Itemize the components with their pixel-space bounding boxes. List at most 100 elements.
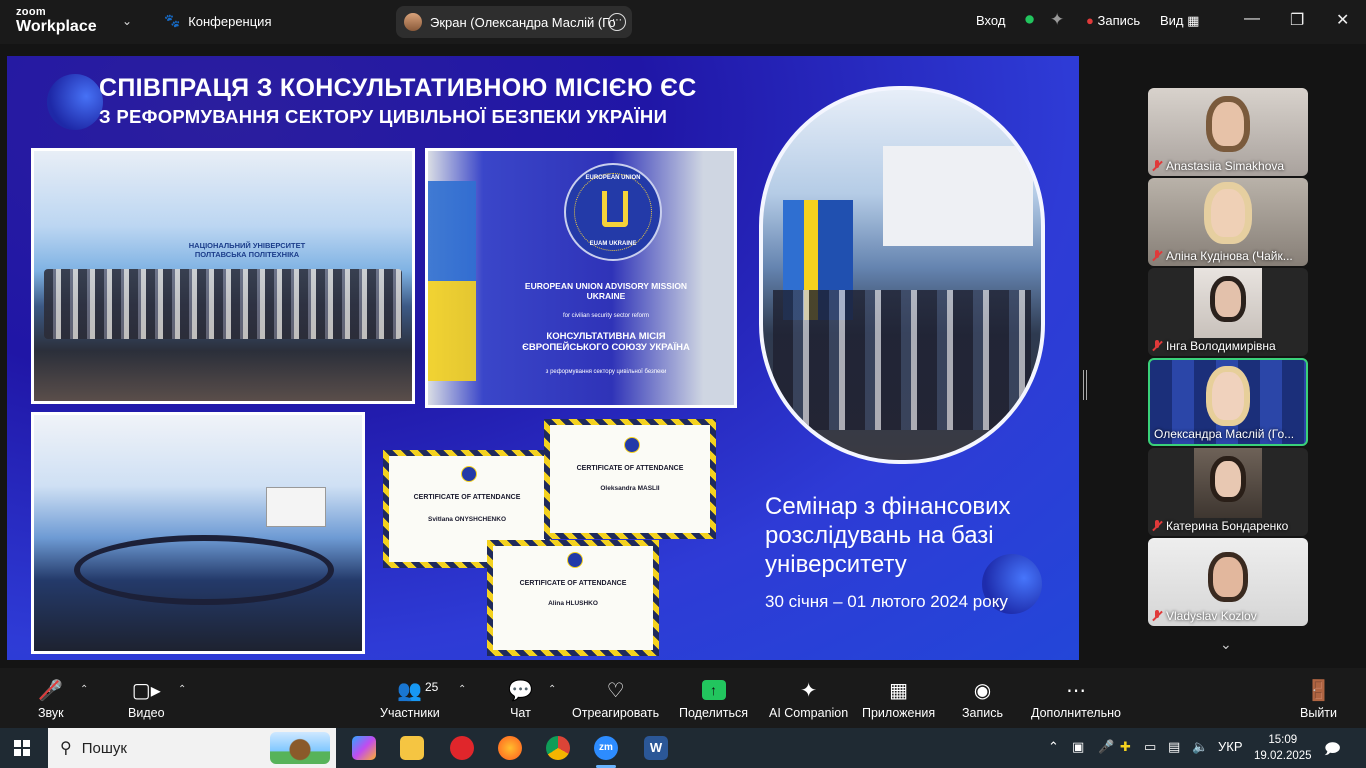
participant-tile-active[interactable]: Олександра Маслій (Го... xyxy=(1148,358,1308,446)
record-button[interactable]: ◉ Запись xyxy=(962,676,1003,721)
word-icon[interactable]: W xyxy=(644,736,668,760)
tray-chevron-up-icon[interactable]: ⌃ xyxy=(1048,739,1059,755)
copilot-icon[interactable] xyxy=(352,736,376,760)
opera-icon[interactable] xyxy=(450,736,474,760)
conference-table xyxy=(74,535,334,605)
mic-off-icon xyxy=(1152,340,1162,352)
view-button[interactable]: Вид ▦ xyxy=(1160,13,1199,29)
shared-slide: СПІВПРАЦЯ З КОНСУЛЬТАТИВНОЮ МІСІЄЮ ЄС З … xyxy=(7,56,1079,660)
audio-button[interactable]: 🎤 Звук xyxy=(38,676,64,721)
windows-taskbar: ⚲ Пошук zm W ⌃ ▣ 🎤 ✚ ▭ ▤ 🔈 УКР 15:09 19.… xyxy=(0,728,1366,768)
chat-bubble-icon: 💬 xyxy=(508,679,533,702)
file-explorer-icon[interactable] xyxy=(400,736,424,760)
cert-heading: CERTIFICATE OF ATTENDANCE xyxy=(413,494,521,501)
share-label: Поделиться xyxy=(679,706,749,720)
participant-name: Аліна Кудінова (Чайк... xyxy=(1152,249,1293,263)
resize-handle[interactable] xyxy=(1083,370,1087,400)
ai-companion-button[interactable]: ✦ AI Companion xyxy=(769,676,848,721)
search-label: Пошук xyxy=(81,739,127,757)
cert-seal-icon xyxy=(567,552,583,568)
participant-tile[interactable]: Аліна Кудінова (Чайк... xyxy=(1148,178,1308,266)
chrome-icon[interactable] xyxy=(546,736,570,760)
presentation-screen xyxy=(883,146,1033,246)
logo-ring-top: EUROPEAN UNION xyxy=(585,175,641,181)
participant-tile[interactable]: Vladyslav Kozlov xyxy=(1148,538,1308,626)
taskbar-search[interactable]: ⚲ Пошук xyxy=(48,728,336,768)
meeting-stage: СПІВПРАЦЯ З КОНСУЛЬТАТИВНОЮ МІСІЄЮ ЄС З … xyxy=(0,44,1366,668)
brand-line1: zoom xyxy=(16,6,46,18)
participant-video xyxy=(1194,448,1262,518)
screen-share-pill[interactable]: Экран (Олександра Маслій (Го ⋯ xyxy=(396,6,632,38)
record-indicator[interactable]: ● Запись xyxy=(1086,13,1140,28)
scroll-down-chevron-icon[interactable]: ⌄ xyxy=(1220,636,1232,653)
clock-date: 19.02.2025 xyxy=(1254,750,1312,762)
slide-subtitle: З РЕФОРМУВАННЯ СЕКТОРУ ЦИВІЛЬНОЇ БЕЗПЕКИ… xyxy=(99,106,668,127)
participant-tile[interactable]: Катерина Бондаренко xyxy=(1148,448,1308,536)
battery-icon[interactable]: ▭ xyxy=(1144,739,1156,755)
view-label: Вид xyxy=(1160,13,1184,28)
participant-video xyxy=(1194,268,1262,338)
chat-button[interactable]: 💬 Чат xyxy=(508,676,533,721)
exit-icon: 🚪 xyxy=(1306,679,1331,702)
audio-options-caret-icon[interactable]: ⌃ xyxy=(80,684,88,695)
more-label: Дополнительно xyxy=(1031,706,1121,720)
participant-tile[interactable]: Anastasiia Simakhova xyxy=(1148,88,1308,176)
tray-app-icon[interactable]: ✚ xyxy=(1120,739,1131,755)
search-icon: ⚲ xyxy=(60,740,72,757)
people-icon: 👥 xyxy=(397,679,423,702)
restore-icon[interactable]: ❐ xyxy=(1290,10,1304,30)
shield-icon[interactable]: ⚫ xyxy=(1022,10,1037,31)
clock-time: 15:09 xyxy=(1268,734,1298,746)
banner-en-title: EUROPEAN UNION ADVISORY MISSION UKRAINE xyxy=(524,281,688,301)
video-options-caret-icon[interactable]: ⌃ xyxy=(178,684,186,695)
volume-icon[interactable]: 🔈 xyxy=(1192,739,1208,755)
video-label: Видео xyxy=(128,706,165,720)
apps-button[interactable]: ▦ Приложения xyxy=(862,676,935,721)
sparkle-icon[interactable]: ✦ xyxy=(1050,10,1064,30)
conference-menu[interactable]: 🐾 Конференция xyxy=(164,13,271,29)
share-screen-icon: ↑ xyxy=(701,676,726,704)
photo-seminar-hall xyxy=(31,412,365,654)
heart-icon: ♡ xyxy=(606,679,625,702)
more-icon[interactable]: ⋯ xyxy=(608,13,626,31)
tray-camera-icon[interactable]: ▣ xyxy=(1072,739,1084,755)
cert-name: Alina HLUSHKO xyxy=(548,600,598,607)
language-indicator[interactable]: УКР xyxy=(1218,739,1243,754)
cert-seal-icon xyxy=(461,466,477,482)
share-button[interactable]: ↑ Поделиться xyxy=(679,676,748,720)
participants-label: Участники xyxy=(380,706,440,720)
participant-video xyxy=(1206,366,1250,426)
photo-oval-meeting xyxy=(759,86,1045,464)
banner-ua-sub: з реформування сектору цивільної безпеки xyxy=(545,369,667,375)
photo-group-in-hall: НАЦІОНАЛЬНИЙ УНІВЕРСИТЕТ ПОЛТАВСЬКА ПОЛІ… xyxy=(31,148,415,404)
participant-name: Олександра Маслій (Го... xyxy=(1154,427,1295,441)
react-button[interactable]: ♡ Отреагировать xyxy=(572,676,659,721)
windows-start-icon[interactable] xyxy=(14,740,30,756)
meeting-toolbar: 🎤 Звук ⌃ ▢▸ Видео ⌃ 👥 Участники 25 ⌃ 💬 Ч… xyxy=(0,668,1366,728)
close-icon[interactable]: ✕ xyxy=(1336,10,1349,30)
certificate-card: CERTIFICATE OF ATTENDANCE Oleksandra MAS… xyxy=(544,419,716,539)
screen-label: Экран (Олександра Маслій (Го xyxy=(430,14,616,30)
network-icon[interactable]: ▤ xyxy=(1168,739,1180,755)
minimize-icon[interactable]: — xyxy=(1244,10,1260,28)
chat-options-caret-icon[interactable]: ⌃ xyxy=(548,684,556,695)
participants-options-caret-icon[interactable]: ⌃ xyxy=(458,684,466,695)
participant-tile[interactable]: Інга Володимирівна xyxy=(1148,268,1308,356)
clock[interactable]: 15:09 19.02.2025 xyxy=(1254,732,1312,764)
more-button[interactable]: ⋯ Дополнительно xyxy=(1031,676,1121,721)
seminar-date: 30 січня – 01 лютого 2024 року xyxy=(765,592,1008,611)
chevron-down-icon[interactable]: ⌄ xyxy=(122,14,132,28)
audio-label: Звук xyxy=(38,706,64,720)
participant-video xyxy=(1208,552,1248,602)
tray-mic-icon[interactable]: 🎤 xyxy=(1098,739,1114,755)
mic-off-icon xyxy=(1152,250,1162,262)
sparkle-icon: ✦ xyxy=(800,679,817,702)
leave-button[interactable]: 🚪 Выйти xyxy=(1300,676,1337,721)
notifications-icon[interactable]: 🗩 xyxy=(1324,739,1341,764)
video-button[interactable]: ▢▸ Видео xyxy=(128,676,165,721)
firefox-icon[interactable] xyxy=(498,736,522,760)
login-button[interactable]: Вход xyxy=(976,13,1005,28)
participant-video xyxy=(1206,96,1250,152)
projector-screen xyxy=(266,487,326,527)
zoom-app-icon[interactable]: zm xyxy=(594,736,618,760)
